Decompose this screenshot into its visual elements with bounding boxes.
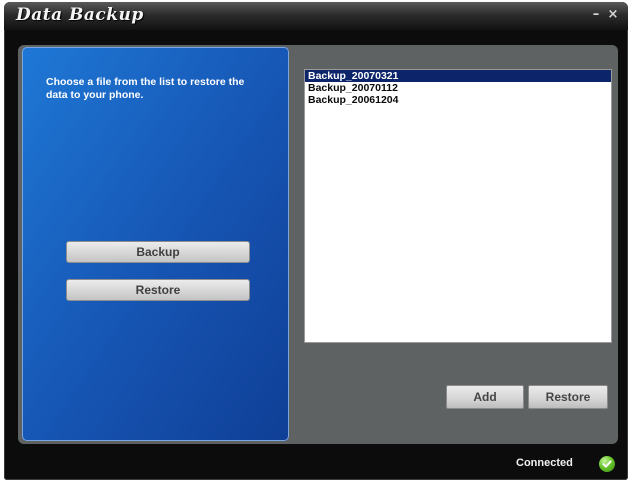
restore-button[interactable]: Restore [528,385,608,409]
status-bar: Connected [4,450,628,480]
close-button[interactable]: × [605,7,621,23]
list-item[interactable]: Backup_20070112 [305,82,611,94]
backup-file-list[interactable]: Backup_20070321 Backup_20070112 Backup_2… [304,69,612,343]
check-icon [599,456,615,472]
left-panel: Choose a file from the list to restore t… [22,47,289,441]
window-title: Data Backup [16,5,144,25]
restore-mode-button[interactable]: Restore [66,279,250,301]
title-bar[interactable]: Data Backup – × [4,2,628,30]
data-backup-window: Data Backup – × Choose a file from the l… [4,2,628,480]
minimize-button[interactable]: – [589,7,603,23]
instruction-text: Choose a file from the list to restore t… [46,76,245,101]
backup-button[interactable]: Backup [66,241,250,263]
content-area: Choose a file from the list to restore t… [18,45,618,444]
list-item[interactable]: Backup_20070321 [305,70,611,82]
add-button[interactable]: Add [446,385,524,409]
list-item[interactable]: Backup_20061204 [305,94,611,106]
connection-status: Connected [516,457,573,469]
